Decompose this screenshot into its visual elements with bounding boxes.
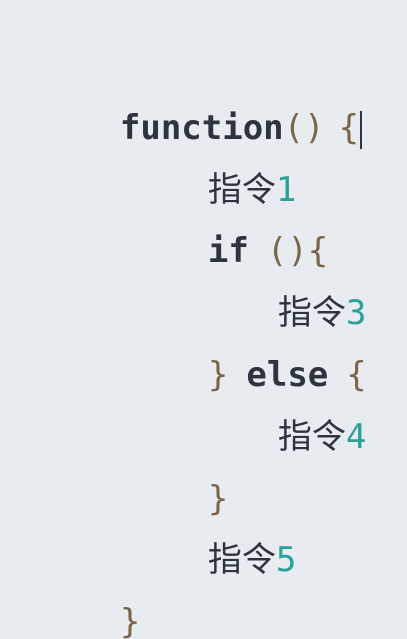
text-cursor: [360, 110, 363, 149]
function-open-brace: {: [338, 108, 360, 148]
function-close-brace: }: [119, 602, 141, 639]
instruction-number: 4: [345, 417, 367, 457]
code-line-6: 指令4: [196, 362, 366, 457]
code-line-7: }: [126, 424, 228, 519]
code-line-4: 指令3: [196, 238, 366, 333]
code-editor[interactable]: function(){ 指令1 if(){ 指令3 } else{ 指令4 } 指…: [0, 0, 407, 639]
code-line-2: 指令1: [126, 115, 296, 210]
instruction-text: 指令: [277, 417, 346, 457]
code-line-8: 指令5: [126, 485, 296, 580]
code-line-9: }: [38, 547, 140, 639]
instruction-number: 5: [275, 540, 297, 580]
instruction-text: 指令: [207, 540, 276, 580]
code-line-3: if(){: [126, 176, 328, 271]
code-line-5: } else{: [126, 300, 367, 395]
code-line-1: function(){: [38, 53, 363, 149]
